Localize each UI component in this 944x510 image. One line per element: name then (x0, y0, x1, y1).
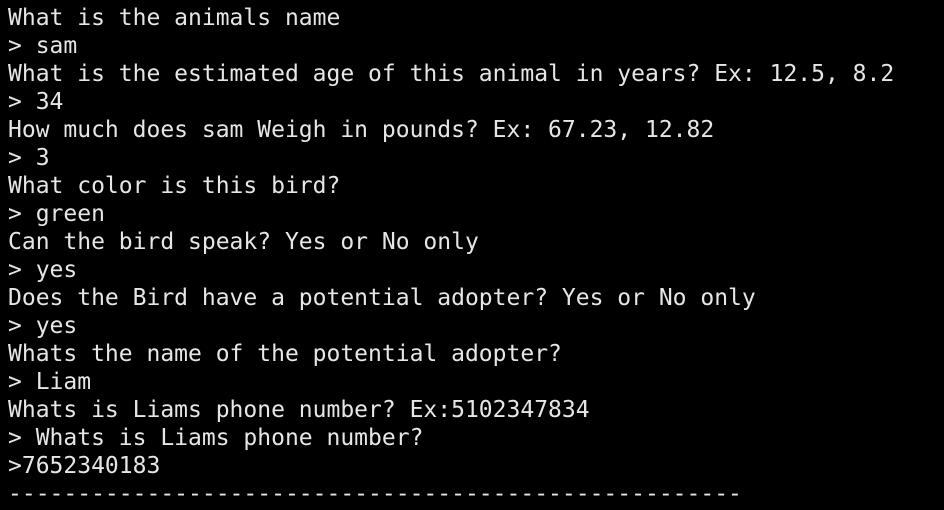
input-line: > yes (8, 257, 78, 283)
prompt-line: What color is this bird? (8, 173, 341, 199)
input-line: > Whats is Liams phone number? (8, 425, 424, 451)
terminal-window[interactable]: What is the animals name > sam What is t… (0, 0, 944, 510)
input-line: > 34 (8, 89, 64, 115)
input-line: > green (8, 201, 105, 227)
prompt-line: Does the Bird have a potential adopter? … (8, 285, 756, 311)
prompt-line: What is the estimated age of this animal… (8, 61, 895, 87)
prompt-line: Whats is Liams phone number? Ex:51023478… (8, 397, 590, 423)
input-line: >7652340183 (8, 453, 161, 479)
prompt-line: What is the animals name (8, 5, 341, 31)
prompt-line: Whats the name of the potential adopter? (8, 341, 562, 367)
input-line: > sam (8, 33, 78, 59)
prompt-line: How much does sam Weigh in pounds? Ex: 6… (8, 117, 715, 143)
input-line: > 3 (8, 145, 50, 171)
prompt-line: Can the bird speak? Yes or No only (8, 229, 479, 255)
separator-line: ----------------------------------------… (8, 481, 742, 507)
terminal-output: What is the animals name > sam What is t… (8, 4, 894, 508)
input-line: > yes (8, 313, 78, 339)
input-line: > Liam (8, 369, 92, 395)
